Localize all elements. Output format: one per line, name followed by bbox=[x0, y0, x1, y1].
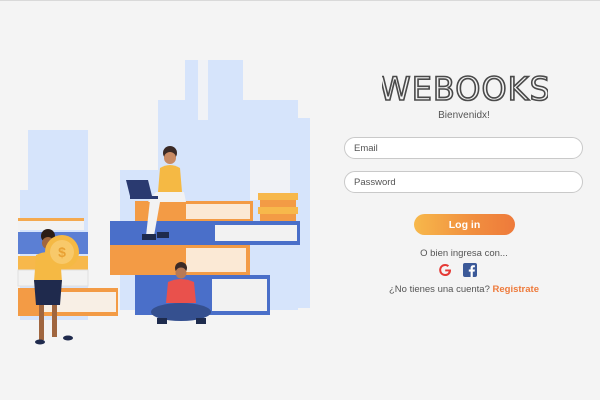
email-field[interactable] bbox=[344, 137, 583, 159]
svg-text:$: $ bbox=[58, 244, 66, 260]
facebook-icon[interactable] bbox=[462, 262, 478, 278]
signup-prompt: ¿No tienes una cuenta? bbox=[389, 284, 490, 295]
welcome-text: Bienvenidx! bbox=[438, 110, 490, 121]
svg-text:WEBOOKS: WEBOOKS bbox=[382, 70, 548, 106]
webooks-logo: WEBOOKS bbox=[382, 70, 548, 106]
google-icon[interactable] bbox=[437, 262, 453, 278]
signup-row: ¿No tienes una cuenta? Registrate bbox=[344, 284, 584, 295]
password-field[interactable] bbox=[344, 171, 583, 193]
login-button[interactable]: Log in bbox=[414, 214, 515, 235]
alt-login-text: O bien ingresa con... bbox=[420, 248, 508, 259]
reading-books-illustration: $ bbox=[17, 60, 310, 345]
signup-link[interactable]: Registrate bbox=[493, 284, 539, 295]
